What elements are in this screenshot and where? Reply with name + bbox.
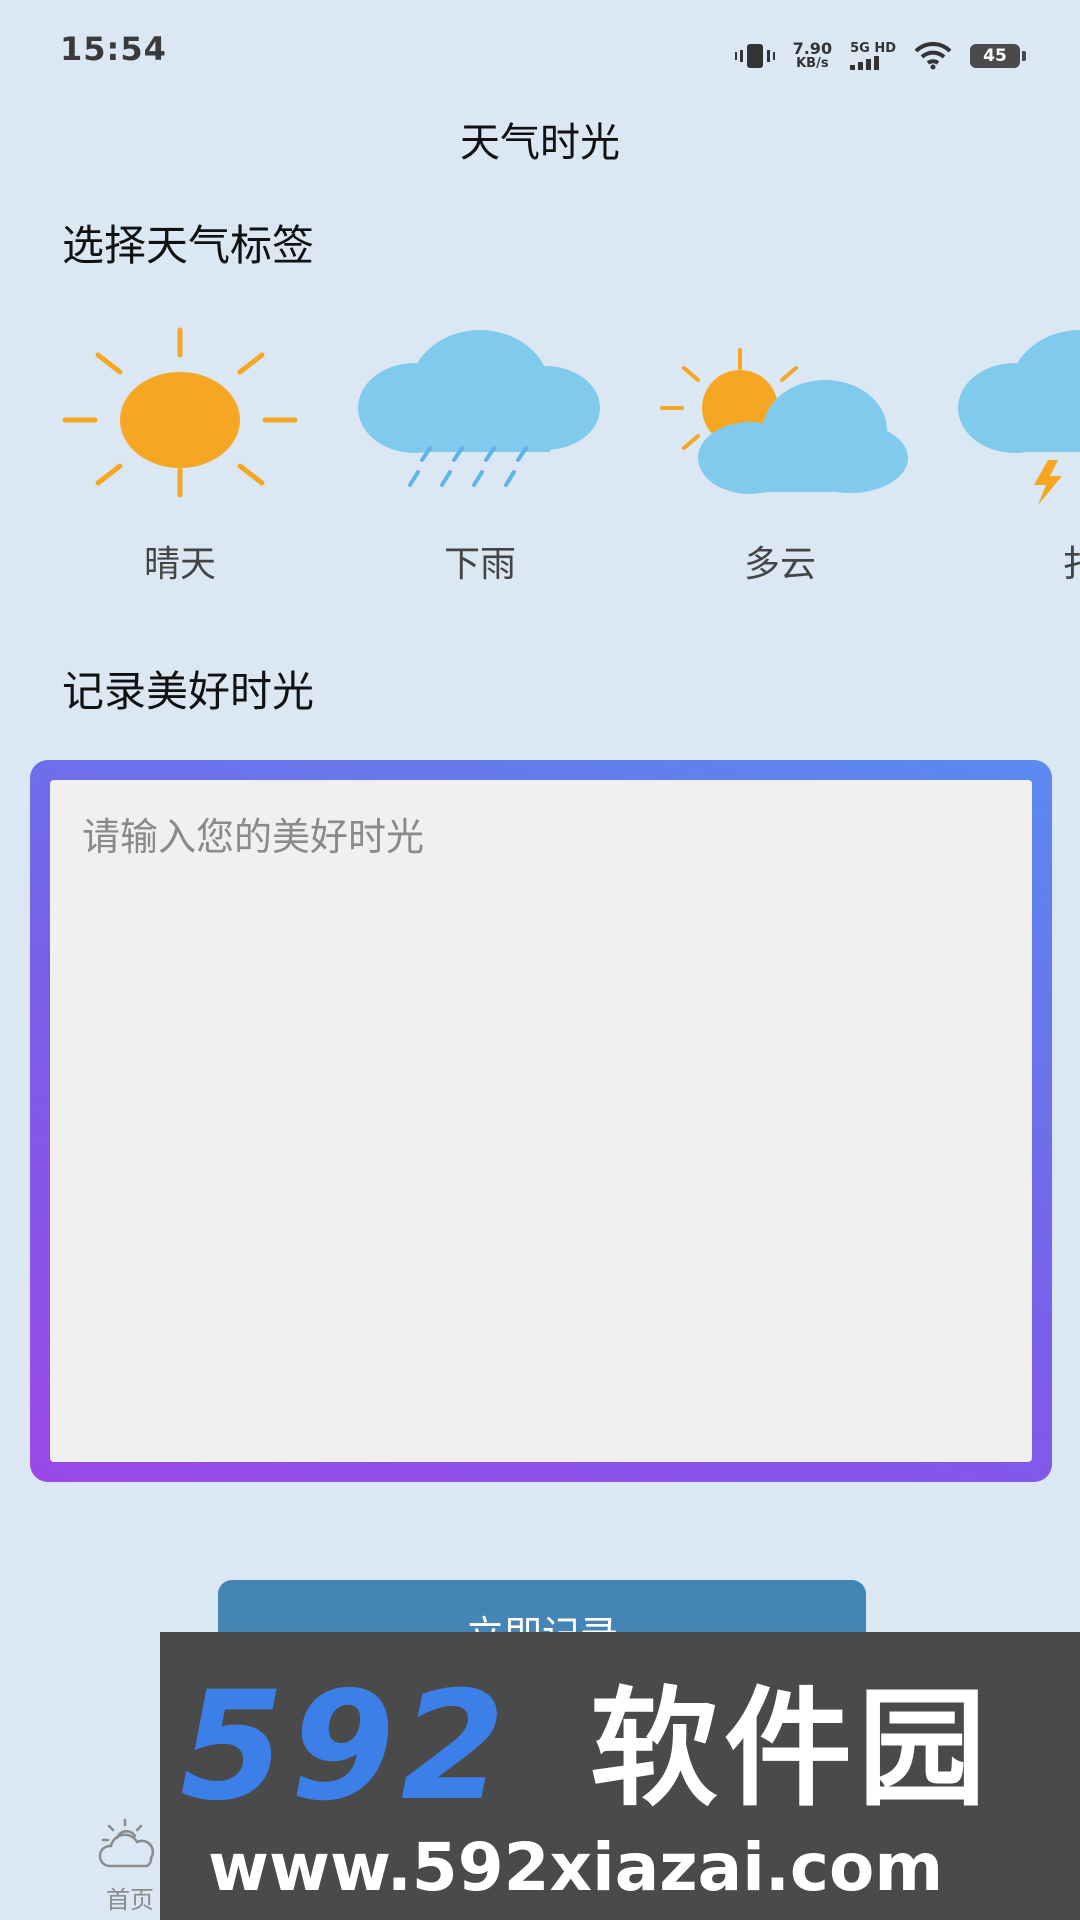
watermark-brand: 软件园 bbox=[590, 1675, 993, 1824]
weather-tag-label: 下雨 bbox=[443, 544, 516, 585]
entry-textarea-frame: 请输入您的美好时光 bbox=[30, 760, 1052, 1482]
rain-icon bbox=[358, 330, 600, 487]
cloud-sun-icon bbox=[98, 1818, 155, 1868]
network-speed: 7.90 KB/s bbox=[793, 41, 832, 71]
status-time: 15:54 bbox=[60, 30, 167, 68]
nav-item-home-label: 首页 bbox=[106, 1886, 154, 1914]
weather-tag-thunder[interactable]: 扌 bbox=[950, 300, 1080, 600]
wifi-icon bbox=[914, 42, 952, 70]
weather-tag-sunny[interactable]: 晴天 bbox=[50, 300, 310, 600]
vibrate-icon bbox=[734, 44, 775, 68]
signal-bars-icon bbox=[850, 56, 880, 70]
watermark-number: 592 bbox=[180, 1660, 512, 1834]
sun-icon bbox=[62, 327, 298, 498]
page-title: 天气时光 bbox=[460, 120, 620, 166]
partly-cloudy-icon bbox=[660, 348, 908, 494]
network-speed-unit: KB/s bbox=[796, 56, 829, 71]
network-speed-value: 7.90 bbox=[792, 39, 833, 58]
thunderstorm-icon bbox=[958, 330, 1080, 505]
weather-section-heading: 选择天气标签 bbox=[62, 221, 315, 270]
cellular-signal: 5G HD bbox=[850, 42, 896, 70]
weather-tag-cloudy[interactable]: 多云 bbox=[650, 300, 910, 600]
entry-textarea[interactable]: 请输入您的美好时光 bbox=[50, 780, 1032, 1462]
network-type: 5G HD bbox=[850, 41, 896, 56]
nav-item-home[interactable]: 首页 bbox=[90, 1816, 170, 1915]
watermark-url: www.592xiazai.com bbox=[208, 1829, 944, 1906]
battery-icon: 45 bbox=[970, 44, 1026, 68]
entry-placeholder: 请输入您的美好时光 bbox=[82, 815, 425, 859]
weather-tag-list: 晴天 下雨 多云 扌 bbox=[0, 300, 1080, 600]
status-bar: 15:54 7.90 KB/s 5G HD 45 bbox=[0, 0, 1080, 110]
weather-tag-label: 晴天 bbox=[143, 544, 216, 585]
weather-tag-rain[interactable]: 下雨 bbox=[350, 300, 610, 600]
weather-tag-label: 多云 bbox=[743, 544, 816, 585]
status-icons: 7.90 KB/s 5G HD 45 bbox=[734, 34, 1026, 78]
weather-tag-label: 扌 bbox=[1061, 544, 1080, 585]
watermark-overlay: 592 软件园 www.592xiazai.com bbox=[160, 1632, 1080, 1920]
record-section-heading: 记录美好时光 bbox=[62, 667, 315, 716]
